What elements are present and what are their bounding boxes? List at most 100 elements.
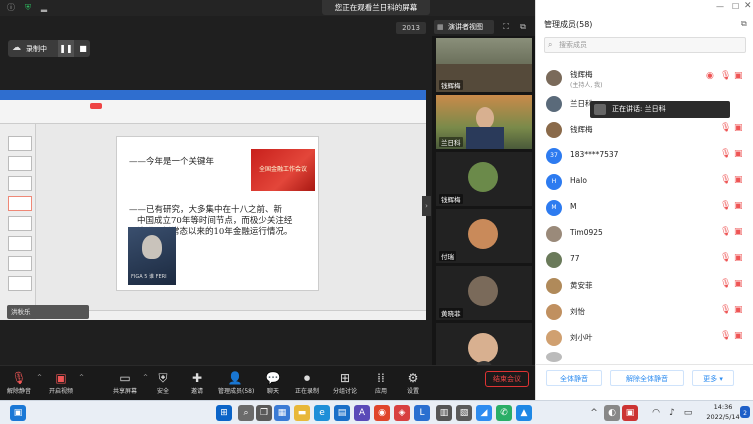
widgets-icon[interactable]: ▦ [274, 405, 290, 421]
panel-footer: 全体静音 解除全体静音 更多 ▾ [536, 364, 753, 392]
search-icon: ⌕ [548, 40, 553, 49]
mic-muted-icon[interactable]: 🎙 [720, 305, 731, 315]
mic-muted-icon[interactable]: 🎙 [720, 227, 731, 237]
stop-icon[interactable]: ■ [76, 40, 90, 57]
app-icon[interactable]: L [414, 405, 430, 421]
camera-off-icon[interactable]: ▣ [734, 71, 743, 81]
eye-icon[interactable]: ◉ [706, 71, 714, 81]
minimize-icon[interactable]: — [716, 2, 724, 11]
mic-muted-icon[interactable]: 🎙 [720, 331, 731, 341]
mute-all-button[interactable]: 全体静音 [546, 370, 602, 386]
shield-icon[interactable]: ⛨ [22, 2, 34, 14]
taskview-icon[interactable]: ▣ [10, 405, 26, 421]
video-tile[interactable]: 黄晓菲 [436, 266, 532, 320]
chat-button[interactable]: 💬 聊天 [256, 370, 290, 398]
participant-row[interactable]: 钱辉梅 (主持人, 我) ◉ 🎙 ▣ [536, 66, 753, 90]
wechat-icon[interactable]: ✆ [496, 405, 512, 421]
fullscreen-icon[interactable]: ⛶ [500, 20, 512, 34]
mic-muted-icon[interactable]: 🎙 [720, 123, 731, 133]
caret-up-icon[interactable]: ^ [37, 374, 42, 381]
start-video-button[interactable]: ▣ 开启视频 [44, 370, 78, 398]
self-video-tile[interactable]: 洪秋乐 [7, 305, 89, 319]
app-icon[interactable]: ▧ [456, 405, 472, 421]
invite-button[interactable]: ✚ 邀请 [180, 370, 214, 398]
info-icon[interactable]: ⓘ [5, 2, 17, 14]
video-tile[interactable]: 钱辉梅 [436, 38, 532, 92]
camera-off-icon[interactable]: ▣ [734, 123, 743, 133]
camera-off-icon[interactable]: ▣ [734, 253, 743, 263]
task-view-icon[interactable]: ❐ [256, 405, 272, 421]
pause-icon[interactable]: ❚❚ [58, 40, 74, 57]
chat-icon: 💬 [265, 371, 281, 385]
wifi-icon[interactable]: ◠ [648, 405, 664, 421]
video-tile[interactable]: 付瑞 [436, 209, 532, 263]
mic-muted-icon[interactable]: 🎙 [720, 175, 731, 185]
caret-up-icon[interactable]: ^ [79, 374, 84, 381]
maximize-icon[interactable]: ☐ [732, 2, 739, 11]
app-icon[interactable]: A [354, 405, 370, 421]
video-tile[interactable]: 钱辉梅 [436, 152, 532, 206]
start-menu-icon[interactable]: ⊞ [216, 405, 232, 421]
cloud-record-icon: ☁ [12, 43, 21, 53]
apps-button[interactable]: ⁞⁞ 应用 [364, 370, 398, 398]
camera-off-icon[interactable]: ▣ [734, 201, 743, 211]
camera-off-icon[interactable]: ▣ [734, 175, 743, 185]
taskbar-clock[interactable]: 14:36 2022/5/14 [706, 402, 740, 422]
camera-off-icon[interactable]: ▣ [734, 331, 743, 341]
chrome-icon[interactable]: ◉ [374, 405, 390, 421]
video-gallery: 钱辉梅 兰日科 钱辉梅 付瑞 黄晓菲 ⌄ [432, 36, 535, 377]
file-explorer-icon[interactable]: ▬ [294, 405, 310, 421]
mic-muted-icon[interactable]: 🎙 [720, 201, 731, 211]
share-screen-button[interactable]: ▭ 共享屏幕 [108, 370, 142, 398]
document-tab-strip [0, 90, 426, 100]
participant-row[interactable]: 钱辉梅 🎙 ▣ [536, 118, 753, 142]
mic-muted-icon[interactable]: 🎙 [720, 71, 731, 81]
close-icon[interactable]: ✕ [744, 1, 752, 11]
popout-icon[interactable]: ⧉ [517, 20, 529, 34]
participant-row[interactable]: Tim0925 🎙 ▣ [536, 222, 753, 246]
tencent-meeting-icon[interactable]: ◢ [476, 405, 492, 421]
app-icon[interactable]: ▲ [516, 405, 532, 421]
participant-row[interactable]: 77 🎙 ▣ [536, 248, 753, 272]
end-meeting-button[interactable]: 结束会议 [485, 371, 529, 387]
app-icon[interactable]: ▥ [436, 405, 452, 421]
gallery-collapse-handle[interactable]: › [422, 196, 431, 216]
speaker-view-button[interactable]: 演讲者视图 [434, 20, 494, 34]
participant-row[interactable]: 刘怡 🎙 ▣ [536, 300, 753, 324]
video-tile-active-speaker[interactable]: 兰日科 [436, 95, 532, 149]
search-icon[interactable]: ⌕ [238, 405, 254, 421]
member-search-input[interactable]: 搜索成员 [544, 37, 746, 53]
participants-button[interactable]: 👤 管理成员(58) [218, 370, 254, 398]
volume-icon[interactable]: ♪ [664, 405, 680, 421]
mic-muted-icon[interactable]: 🎙 [720, 149, 731, 159]
tray-icon[interactable]: ▣ [622, 405, 638, 421]
security-button[interactable]: ⛨ 安全 [146, 370, 180, 398]
camera-off-icon[interactable]: ▣ [734, 305, 743, 315]
edge-icon[interactable]: e [314, 405, 330, 421]
participant-row[interactable]: 刘小叶 🎙 ▣ [536, 326, 753, 350]
unmute-button[interactable]: 🎙 解除静音 [2, 370, 36, 398]
tray-icon[interactable]: ◐ [604, 405, 620, 421]
battery-icon[interactable]: ▭ [680, 405, 696, 421]
unmute-all-button[interactable]: 解除全体静音 [610, 370, 684, 386]
panel-popout-icon[interactable]: ⧉ [741, 19, 747, 29]
participant-row[interactable]: M M 🎙 ▣ [536, 196, 753, 220]
mic-muted-icon[interactable]: 🎙 [720, 279, 731, 289]
tray-chevron-icon[interactable]: ^ [586, 405, 602, 421]
signal-icon[interactable]: ▂ [38, 2, 50, 14]
store-icon[interactable]: ▤ [334, 405, 350, 421]
slide-thumb [8, 156, 32, 171]
breakout-rooms-button[interactable]: ⊞ 分组讨论 [328, 370, 362, 398]
camera-off-icon[interactable]: ▣ [734, 279, 743, 289]
recording-button[interactable]: ⏺ 正在录制 [290, 370, 324, 398]
notification-icon[interactable]: 2 [740, 406, 750, 418]
participant-row[interactable]: 黄安菲 🎙 ▣ [536, 274, 753, 298]
camera-off-icon[interactable]: ▣ [734, 149, 743, 159]
app-icon[interactable]: ◈ [394, 405, 410, 421]
camera-off-icon[interactable]: ▣ [734, 227, 743, 237]
participant-row[interactable]: 37 183****7537 🎙 ▣ [536, 144, 753, 168]
settings-button[interactable]: ⚙ 设置 [396, 370, 430, 398]
mic-muted-icon[interactable]: 🎙 [720, 253, 731, 263]
participant-row[interactable]: H Halo 🎙 ▣ [536, 170, 753, 194]
more-button[interactable]: 更多 ▾ [692, 370, 734, 386]
